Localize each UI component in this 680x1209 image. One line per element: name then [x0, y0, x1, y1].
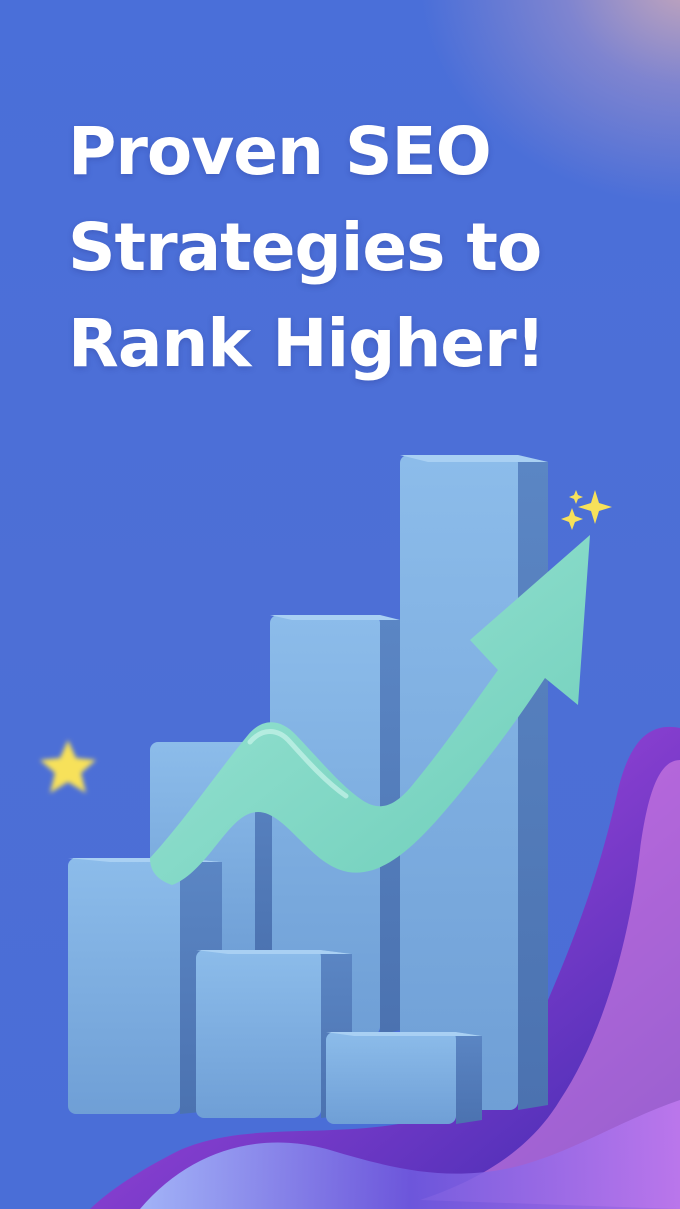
- headline-line-1: Proven SEO: [68, 113, 492, 190]
- bar-front-right: [326, 1032, 482, 1124]
- sparkles-icon: [561, 490, 612, 530]
- headline-line-2: Strategies to: [68, 209, 542, 286]
- headline-line-3: Rank Higher!: [68, 305, 546, 382]
- star-icon: [40, 740, 96, 793]
- headline: Proven SEO Strategies to Rank Higher!: [68, 104, 628, 392]
- growth-illustration: [40, 455, 680, 1209]
